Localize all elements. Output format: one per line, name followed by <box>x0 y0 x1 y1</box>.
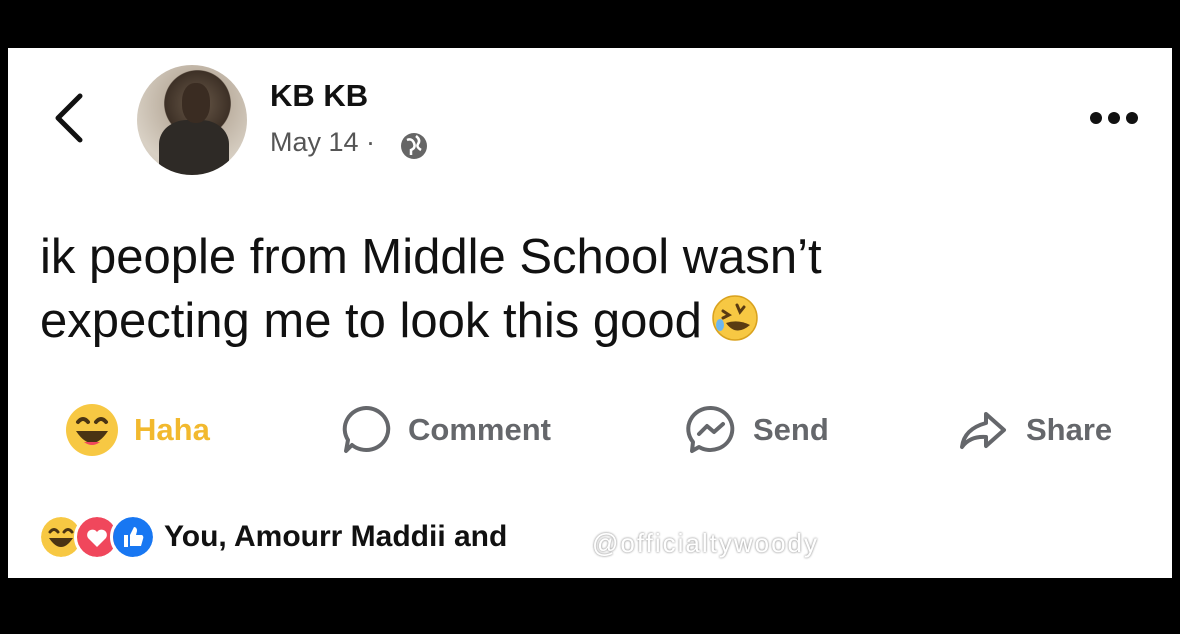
author-name[interactable]: KB KB <box>270 78 368 114</box>
comment-label: Comment <box>408 412 551 447</box>
post-date[interactable]: May 14 · <box>270 127 375 158</box>
post-text: ik people from Middle School wasn’t expe… <box>40 225 1000 353</box>
post-text-line-2: expecting me to look this good <box>40 294 702 348</box>
share-arrow-icon <box>960 412 1006 449</box>
share-button[interactable]: Share <box>956 402 1112 458</box>
globe-icon <box>401 133 427 159</box>
haha-button[interactable]: Haha <box>64 402 210 458</box>
share-label: Share <box>1026 412 1113 447</box>
reaction-summary[interactable]: You, Amourr Maddii and <box>38 514 508 560</box>
reaction-summary-text: You, Amourr Maddii and <box>164 520 508 553</box>
comment-bubble-icon <box>342 405 391 453</box>
send-button[interactable]: Send <box>683 402 829 458</box>
post-text-line: expecting me to look this good <box>40 289 1000 353</box>
avatar[interactable] <box>137 65 247 175</box>
haha-label: Haha <box>134 412 210 447</box>
messenger-icon <box>686 405 735 453</box>
like-reaction-icon <box>110 514 156 560</box>
watermark: @officialtywoody <box>592 528 819 558</box>
haha-emoji-icon <box>66 404 118 456</box>
back-arrow-icon[interactable] <box>50 92 90 144</box>
send-label: Send <box>753 412 829 447</box>
post-text-line: ik people from Middle School wasn’t <box>40 230 822 284</box>
comment-button[interactable]: Comment <box>338 402 551 458</box>
rolling-on-floor-laughing-emoji-icon <box>712 295 758 341</box>
more-options-icon[interactable] <box>1088 110 1140 126</box>
